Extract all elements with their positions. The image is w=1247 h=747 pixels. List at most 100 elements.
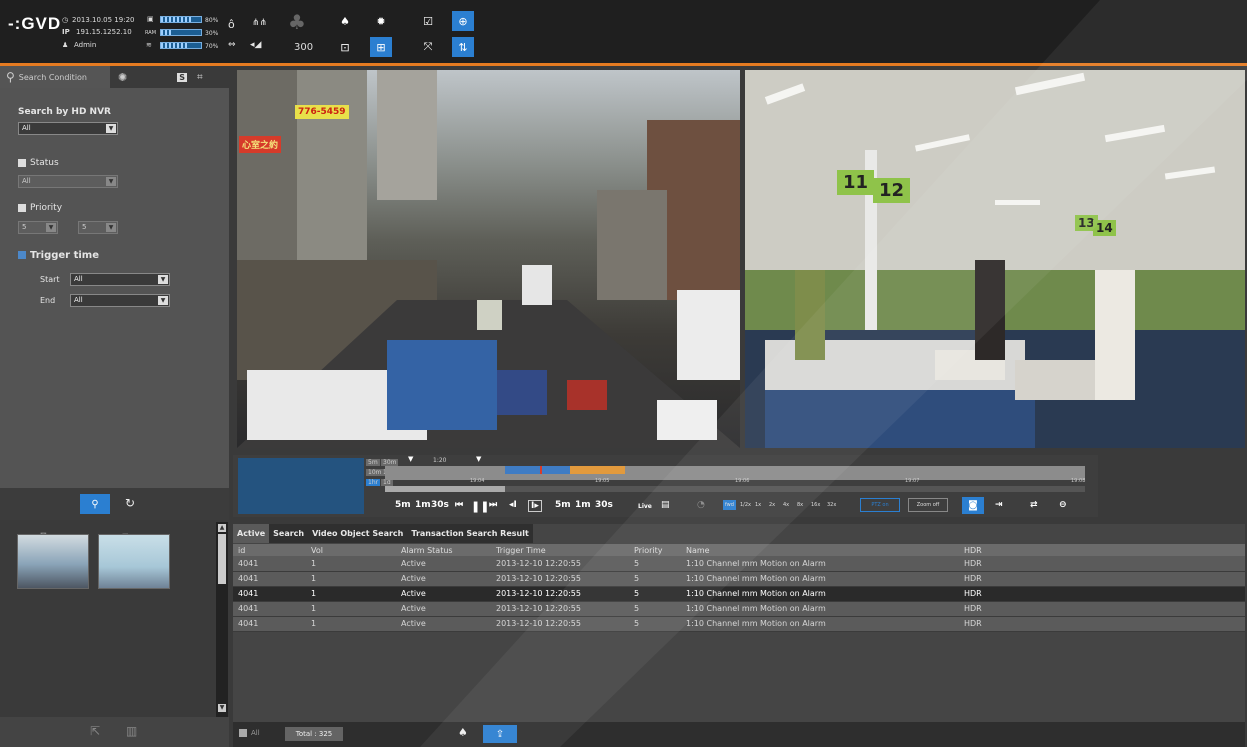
fullscreen-icon[interactable]: ⤧ xyxy=(417,37,439,57)
end-select[interactable]: All ▼ xyxy=(70,294,170,307)
tab-video-object-search[interactable]: Video Object Search xyxy=(308,524,407,543)
scroll-up-icon[interactable]: ▲ xyxy=(218,524,226,532)
clip-scrollbar[interactable]: ▲ ▼ xyxy=(216,522,228,717)
priority-to-select[interactable]: 5 ▼ xyxy=(78,221,118,234)
timeline-scroll-thumb[interactable] xyxy=(385,486,505,492)
speed-2x[interactable]: 2x xyxy=(769,502,775,508)
zoom-toggle[interactable]: Zoom off xyxy=(908,498,948,512)
zoom-1hr[interactable]: 1hr xyxy=(366,479,381,486)
alarm-filter-icon[interactable]: ♠ xyxy=(458,726,468,739)
speed-32x[interactable]: 32x xyxy=(827,502,836,508)
notification-bell-icon[interactable]: ♠ xyxy=(334,11,356,31)
cell-vol: 1 xyxy=(306,601,396,617)
priority-checkbox[interactable]: Priority xyxy=(18,203,62,213)
timeline-preview-thumbnail[interactable] xyxy=(238,458,364,514)
column-header[interactable]: HDR xyxy=(959,544,1245,556)
timeline-scrollbar[interactable] xyxy=(385,486,1085,492)
upload-button[interactable]: ⇪ xyxy=(483,725,517,743)
column-header[interactable]: id xyxy=(233,544,306,556)
step-forward-icon[interactable]: I▸ xyxy=(528,500,542,512)
search-button[interactable]: ⚲ xyxy=(80,494,110,514)
status-checkbox[interactable]: Status xyxy=(18,158,59,168)
alarm-bell-icon[interactable]: ♣ xyxy=(288,10,306,34)
column-header[interactable]: Trigger Time xyxy=(491,544,629,556)
skip-end-icon[interactable]: ⏭ xyxy=(489,500,497,510)
link-icon[interactable]: ⇔ xyxy=(228,40,236,50)
start-select-value: All xyxy=(74,275,83,283)
share-icon[interactable]: ⇱ xyxy=(90,724,100,738)
refresh-icon[interactable]: ↻ xyxy=(125,496,135,510)
swap-icon[interactable]: ⇄ xyxy=(1030,500,1038,510)
rewind-30s-button[interactable]: 30s xyxy=(431,500,449,510)
zoom-30m[interactable]: 30m xyxy=(381,459,399,466)
sync-icon[interactable]: ⇅ xyxy=(452,37,474,57)
clip-thumbnail[interactable] xyxy=(17,534,89,589)
tab-search[interactable]: Search xyxy=(269,524,308,543)
loading-spinner-icon[interactable]: ✺ xyxy=(118,71,127,84)
search-icon: ⚲ xyxy=(91,498,99,510)
ptz-toggle[interactable]: PTZ on xyxy=(860,498,900,512)
trash-icon[interactable]: ▥ xyxy=(126,724,137,738)
priority-from-select[interactable]: 5 ▼ xyxy=(18,221,58,234)
recording-segment[interactable] xyxy=(505,466,570,474)
speed-4x[interactable]: 4x xyxy=(783,502,789,508)
speed-fwd[interactable]: fwd xyxy=(723,500,736,510)
column-header[interactable]: Name xyxy=(681,544,959,556)
checkbox-icon xyxy=(18,158,26,167)
table-row[interactable]: 4041 1 Active 2013-12-10 12:20:55 5 1:10 Chan… xyxy=(233,571,1245,587)
zoom-1d[interactable]: 1d xyxy=(381,479,393,486)
table-row-selected[interactable]: 4041 1 Active 2013-12-10 12:20:55 5 1:10 Chan… xyxy=(233,586,1245,602)
rewind-5m-button[interactable]: 5m xyxy=(395,500,411,510)
skip-start-icon[interactable]: ⏮ xyxy=(455,500,463,510)
step-back-icon[interactable]: ◂I xyxy=(509,500,517,510)
camera-view-street[interactable]: 776-5459 心室之約 xyxy=(237,70,740,448)
tab-active[interactable]: Active xyxy=(233,524,270,543)
edit-layout-icon[interactable]: ☑ xyxy=(417,11,439,31)
rewind-1m-button[interactable]: 1m xyxy=(415,500,431,510)
tab-search-condition[interactable]: ⚲ Search Condition xyxy=(0,66,110,88)
forward-1m-button[interactable]: 1m xyxy=(575,500,591,510)
hdnvr-select[interactable]: All ▼ xyxy=(18,122,118,135)
scroll-down-icon[interactable]: ▼ xyxy=(218,704,226,712)
camera-view-supermarket[interactable]: 11 12 13 14 xyxy=(745,70,1245,448)
pause-icon[interactable]: ❚❚ xyxy=(471,500,489,513)
speed-half[interactable]: 1/2x xyxy=(740,502,751,508)
forward-30s-button[interactable]: 30s xyxy=(595,500,613,510)
playback-mode-icon[interactable]: ⊕ xyxy=(452,11,474,31)
table-row[interactable]: 4041 1 Active 2013-12-10 12:20:55 5 1:10 Chan… xyxy=(233,556,1245,572)
wifi-percent: 70% xyxy=(205,43,219,50)
column-header[interactable]: Vol xyxy=(306,544,396,556)
status-select[interactable]: All ▼ xyxy=(18,175,118,188)
start-select[interactable]: All ▼ xyxy=(70,273,170,286)
zoom-5m[interactable]: 5m xyxy=(366,459,380,466)
speed-16x[interactable]: 16x xyxy=(811,502,820,508)
speaker-group-icon[interactable]: ⋔⋔ xyxy=(252,18,267,28)
speed-8x[interactable]: 8x xyxy=(797,502,803,508)
volume-icon[interactable]: ◂◢ xyxy=(250,40,261,50)
calendar-icon[interactable]: ▤ xyxy=(661,500,670,510)
settings-gear-icon[interactable]: ✹ xyxy=(370,11,392,31)
clip-thumbnail[interactable] xyxy=(98,534,170,589)
trigger-time-checkbox[interactable]: Trigger time xyxy=(18,250,99,261)
column-header[interactable]: Alarm Status xyxy=(396,544,491,556)
link-chain-icon[interactable]: ⊖ xyxy=(1059,500,1067,510)
camera-search-icon[interactable]: ⊡ xyxy=(334,37,356,57)
timer-icon[interactable]: ◔ xyxy=(697,500,705,510)
speed-1x[interactable]: 1x xyxy=(755,502,761,508)
export-icon[interactable]: ⇥ xyxy=(995,500,1003,510)
select-all-checkbox[interactable]: All xyxy=(239,729,260,737)
expand-icon[interactable]: ⌗ xyxy=(197,72,203,83)
live-button[interactable]: Live xyxy=(638,503,652,510)
tab-transaction-search-result[interactable]: Transaction Search Result xyxy=(407,524,532,543)
alarm-segment[interactable] xyxy=(570,466,625,474)
table-row[interactable]: 4041 1 Active 2013-12-10 12:20:55 5 1:10 Chan… xyxy=(233,616,1245,632)
scroll-thumb[interactable] xyxy=(218,534,226,584)
snapshot-button[interactable]: ◙ xyxy=(962,497,984,514)
column-header[interactable]: Priority xyxy=(629,544,681,556)
playhead[interactable] xyxy=(540,466,542,474)
schedule-badge[interactable]: S xyxy=(177,72,187,82)
microphone-icon[interactable]: ô xyxy=(228,18,235,31)
table-row[interactable]: 4041 1 Active 2013-12-10 12:20:55 5 1:10 Chan… xyxy=(233,601,1245,617)
screen-layout-icon[interactable]: ⊞ xyxy=(370,37,392,57)
forward-5m-button[interactable]: 5m xyxy=(555,500,571,510)
